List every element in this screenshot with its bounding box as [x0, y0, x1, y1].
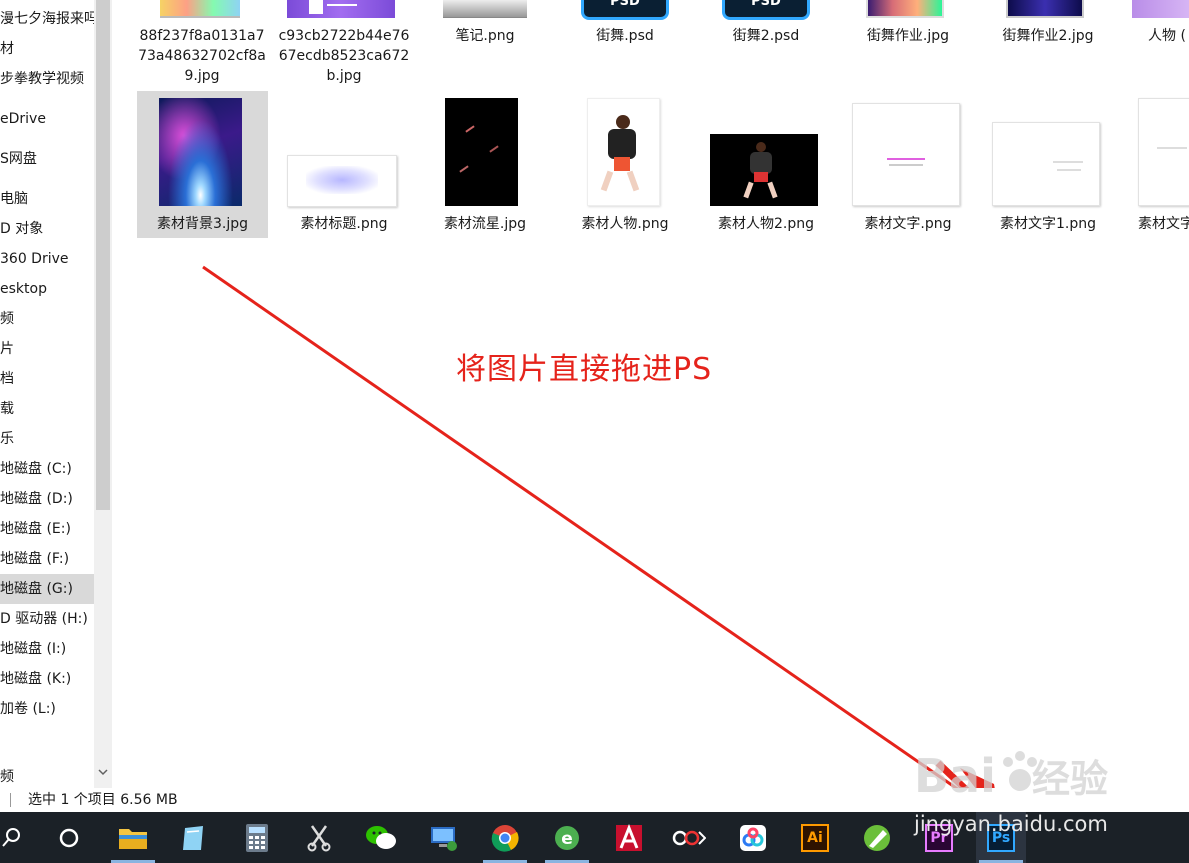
file-explorer-icon[interactable]: [108, 812, 158, 863]
illustrator-icon[interactable]: Ai: [790, 812, 840, 863]
watermark-brand: Bai: [914, 749, 996, 803]
chrome-icon[interactable]: [480, 812, 530, 863]
autocad-icon[interactable]: [604, 812, 654, 863]
watermark-url: jingyan.baidu.com: [914, 812, 1108, 836]
wechat-icon[interactable]: [356, 812, 406, 863]
ai-label: Ai: [801, 823, 829, 852]
svg-text:e: e: [561, 829, 573, 849]
coreldraw-icon[interactable]: [852, 812, 902, 863]
cortana-icon[interactable]: [44, 812, 94, 863]
status-divider: [10, 793, 11, 807]
scissors-icon[interactable]: [294, 812, 344, 863]
search-icon[interactable]: [0, 812, 36, 863]
notepad-icon[interactable]: [168, 812, 218, 863]
calculator-icon[interactable]: [232, 812, 282, 863]
watermark-brand-2: 经验: [1032, 757, 1108, 801]
baidu-netdisk-icon[interactable]: [728, 812, 778, 863]
remote-desktop-icon[interactable]: [418, 812, 468, 863]
video-editor-icon[interactable]: [664, 812, 714, 863]
annotation-text: 将图片直接拖进PS: [456, 352, 713, 387]
baidu-jingyan-watermark: Bai 经验: [912, 732, 1132, 812]
status-text: 选中 1 个项目 6.56 MB: [28, 792, 178, 808]
browser-e-icon[interactable]: e: [542, 812, 592, 863]
